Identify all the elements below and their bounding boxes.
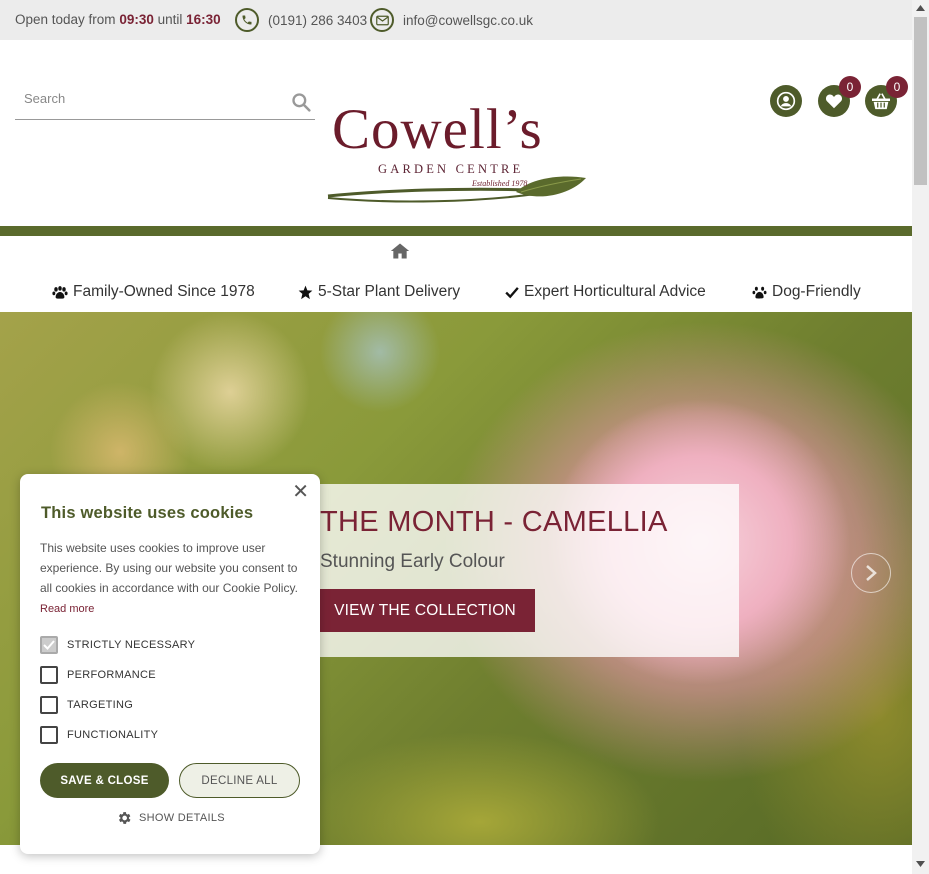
usp-plant-delivery: 5-Star Plant Delivery bbox=[298, 283, 460, 301]
slide-caption: THE MONTH - CAMELLIA Stunning Early Colo… bbox=[310, 484, 739, 657]
phone-number: (0191) 286 3403 bbox=[268, 12, 368, 28]
performance-checkbox[interactable] bbox=[40, 666, 58, 684]
logo-wordmark: Cowell’s bbox=[332, 98, 543, 161]
usp-family-owned: Family-Owned Since 1978 bbox=[52, 283, 255, 301]
targeting-checkbox[interactable] bbox=[40, 696, 58, 714]
close-time: 16:30 bbox=[186, 12, 221, 27]
cookie-option-functionality[interactable]: FUNCTIONALITY bbox=[40, 726, 158, 744]
user-icon bbox=[776, 91, 796, 111]
scroll-down-icon[interactable] bbox=[916, 861, 925, 867]
check-icon bbox=[43, 640, 55, 650]
opening-hours: Open today from 09:30 until 16:30 bbox=[15, 12, 221, 27]
paw-icon bbox=[52, 286, 68, 299]
scroll-up-icon[interactable] bbox=[916, 5, 925, 11]
scroll-thumb[interactable] bbox=[914, 17, 927, 185]
strictly-necessary-checkbox bbox=[40, 636, 58, 654]
page-scrollbar[interactable] bbox=[912, 0, 929, 874]
show-details-toggle[interactable]: SHOW DETAILS bbox=[116, 810, 225, 826]
cookie-description: This website uses cookies to improve use… bbox=[40, 541, 298, 615]
read-more-link[interactable]: Read more bbox=[40, 603, 94, 615]
account-button[interactable] bbox=[770, 85, 802, 117]
email-link[interactable]: info@cowellsgc.co.uk bbox=[370, 8, 533, 32]
cookie-option-performance[interactable]: PERFORMANCE bbox=[40, 666, 156, 684]
email-address: info@cowellsgc.co.uk bbox=[403, 12, 534, 28]
top-bar: Open today from 09:30 until 16:30 (0191)… bbox=[0, 0, 912, 40]
basket-count-badge: 0 bbox=[886, 76, 908, 98]
search-icon[interactable] bbox=[291, 92, 311, 117]
logo-established: Established 1978 bbox=[472, 179, 528, 188]
envelope-icon bbox=[370, 8, 394, 32]
heart-icon bbox=[825, 94, 843, 109]
check-icon bbox=[505, 287, 519, 299]
basket-icon bbox=[872, 93, 890, 110]
usp-dog-friendly: Dog-Friendly bbox=[752, 283, 861, 301]
slide-title: THE MONTH - CAMELLIA bbox=[320, 506, 668, 538]
cookie-title: This website uses cookies bbox=[41, 504, 254, 522]
cookie-option-strictly-necessary: STRICTLY NECESSARY bbox=[40, 636, 195, 654]
wishlist-button[interactable]: 0 bbox=[818, 76, 861, 117]
wishlist-count-badge: 0 bbox=[839, 76, 861, 98]
phone-icon bbox=[235, 8, 259, 32]
view-collection-button[interactable]: VIEW THE COLLECTION bbox=[315, 589, 535, 632]
search-bar bbox=[15, 82, 315, 120]
gear-icon bbox=[118, 812, 131, 824]
phone-link[interactable]: (0191) 286 3403 bbox=[235, 8, 367, 32]
star-icon bbox=[298, 285, 313, 299]
usp-expert-advice: Expert Horticultural Advice bbox=[505, 283, 706, 301]
functionality-checkbox[interactable] bbox=[40, 726, 58, 744]
paw-icon bbox=[752, 286, 767, 298]
leaf-icon bbox=[327, 176, 586, 203]
home-link[interactable] bbox=[390, 242, 410, 265]
basket-button[interactable]: 0 bbox=[865, 76, 908, 117]
slider-next-button[interactable] bbox=[851, 553, 891, 593]
chevron-right-icon bbox=[866, 565, 877, 581]
slide-subtitle: Stunning Early Colour bbox=[320, 551, 505, 572]
decline-all-button[interactable]: DECLINE ALL bbox=[179, 763, 300, 798]
close-icon[interactable]: ✕ bbox=[292, 482, 309, 502]
open-time: 09:30 bbox=[119, 12, 154, 27]
save-close-button[interactable]: SAVE & CLOSE bbox=[40, 763, 169, 798]
search-input[interactable] bbox=[15, 82, 275, 115]
cookie-option-targeting[interactable]: TARGETING bbox=[40, 696, 133, 714]
site-logo[interactable]: Cowell’s GARDEN CENTRE Established 1978 bbox=[326, 98, 588, 210]
cookie-consent-dialog: ✕ This website uses cookies This website… bbox=[20, 474, 320, 854]
header-divider bbox=[0, 226, 912, 236]
home-icon bbox=[390, 243, 410, 259]
